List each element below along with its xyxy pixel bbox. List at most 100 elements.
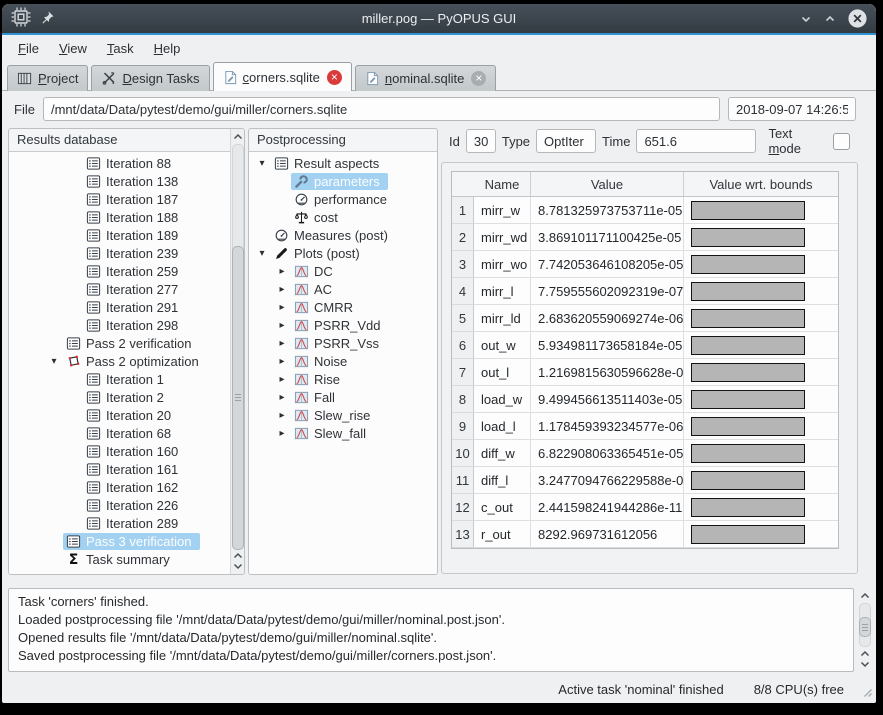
time-field[interactable] xyxy=(636,129,756,153)
tree-item[interactable]: Iteration 161 xyxy=(9,460,230,478)
param-value-cell[interactable]: 7.742053646108205e-05 xyxy=(531,251,684,278)
param-value-cell[interactable]: 1.178459393234577e-06 xyxy=(531,413,684,440)
tree-item[interactable]: Result aspects xyxy=(249,154,437,172)
expander-icon[interactable] xyxy=(273,266,291,277)
tab-close-button[interactable] xyxy=(471,71,486,86)
param-value-cell[interactable]: 2.683620559069274e-06 xyxy=(531,305,684,332)
param-name-cell[interactable]: mirr_w xyxy=(474,197,531,224)
scroll-down-icon[interactable] xyxy=(233,561,243,571)
table-row[interactable]: 2 mirr_wd 3.869101171100425e-05 xyxy=(452,224,838,251)
tree-item[interactable]: Iteration 160 xyxy=(9,442,230,460)
text-mode-checkbox[interactable] xyxy=(833,133,850,150)
param-name-cell[interactable]: diff_l xyxy=(474,467,531,494)
scroll-up-icon[interactable] xyxy=(233,551,243,561)
tree-item[interactable]: Rise xyxy=(249,370,437,388)
param-value-cell[interactable]: 3.2477094766229588e-06 xyxy=(531,467,684,494)
expander-icon[interactable] xyxy=(273,284,291,295)
column-header-bounds[interactable]: Value wrt. bounds xyxy=(684,172,838,196)
log-scrollbar[interactable] xyxy=(858,590,872,670)
menu-item[interactable]: File xyxy=(8,37,49,60)
tree-item[interactable]: Pass 2 optimization xyxy=(9,352,230,370)
tree-item[interactable]: Noise xyxy=(249,352,437,370)
param-value-cell[interactable]: 6.822908063365451e-05 xyxy=(531,440,684,467)
tree-item[interactable]: Fall xyxy=(249,388,437,406)
expander-icon[interactable] xyxy=(273,302,291,313)
param-name-cell[interactable]: load_l xyxy=(474,413,531,440)
scroll-thumb[interactable] xyxy=(232,246,244,550)
file-timestamp-field[interactable] xyxy=(728,97,856,121)
expander-icon[interactable] xyxy=(273,356,291,367)
results-scrollbar[interactable] xyxy=(230,129,244,574)
scroll-down-icon[interactable] xyxy=(860,659,870,669)
table-row[interactable]: 7 out_l 1.2169815630596628e-06 xyxy=(452,359,838,386)
param-value-cell[interactable]: 5.934981173658184e-05 xyxy=(531,332,684,359)
tree-item[interactable]: Slew_rise xyxy=(249,406,437,424)
tree-item[interactable]: DC xyxy=(249,262,437,280)
tree-item[interactable]: Iteration 68 xyxy=(9,424,230,442)
close-button[interactable] xyxy=(847,8,868,29)
scroll-up-icon[interactable] xyxy=(860,649,870,659)
tree-item[interactable]: Iteration 88 xyxy=(9,154,230,172)
pin-icon[interactable] xyxy=(40,10,55,28)
tree-item[interactable]: parameters xyxy=(249,172,437,190)
scroll-track[interactable] xyxy=(859,603,871,647)
param-name-cell[interactable]: out_w xyxy=(474,332,531,359)
tree-item[interactable]: cost xyxy=(249,208,437,226)
tree-item[interactable]: performance xyxy=(249,190,437,208)
table-row[interactable]: 13 r_out 8292.969731612056 xyxy=(452,521,838,548)
tree-item[interactable]: AC xyxy=(249,280,437,298)
table-row[interactable]: 8 load_w 9.499456613511403e-05 xyxy=(452,386,838,413)
tree-item[interactable]: Iteration 298 xyxy=(9,316,230,334)
minimize-button[interactable] xyxy=(799,12,813,26)
column-header-value[interactable]: Value xyxy=(531,172,684,196)
param-value-cell[interactable]: 7.759555602092319e-07 xyxy=(531,278,684,305)
table-row[interactable]: 6 out_w 5.934981173658184e-05 xyxy=(452,332,838,359)
param-name-cell[interactable]: out_l xyxy=(474,359,531,386)
tree-item[interactable]: PSRR_Vdd xyxy=(249,316,437,334)
tree-item[interactable]: Iteration 189 xyxy=(9,226,230,244)
table-row[interactable]: 1 mirr_w 8.781325973753711e-05 xyxy=(452,197,838,224)
expander-icon[interactable] xyxy=(273,338,291,349)
tab-close-button[interactable] xyxy=(327,70,342,85)
table-row[interactable]: 11 diff_l 3.2477094766229588e-06 xyxy=(452,467,838,494)
column-header-name[interactable]: Name xyxy=(474,172,531,196)
tab[interactable]: corners.sqlite xyxy=(213,62,352,91)
expander-icon[interactable] xyxy=(273,392,291,403)
tree-item[interactable]: Iteration 1 xyxy=(9,370,230,388)
tree-item[interactable]: Iteration 291 xyxy=(9,298,230,316)
table-row[interactable]: 5 mirr_ld 2.683620559069274e-06 xyxy=(452,305,838,332)
scroll-thumb[interactable] xyxy=(859,617,871,637)
tree-item[interactable]: CMRR xyxy=(249,298,437,316)
titlebar[interactable]: miller.pog — PyOPUS GUI xyxy=(2,4,876,35)
expander-icon[interactable] xyxy=(273,374,291,385)
table-row[interactable]: 10 diff_w 6.822908063365451e-05 xyxy=(452,440,838,467)
expander-icon[interactable] xyxy=(253,158,271,169)
param-value-cell[interactable]: 8.781325973753711e-05 xyxy=(531,197,684,224)
tree-item[interactable]: Iteration 277 xyxy=(9,280,230,298)
tree-item[interactable]: Iteration 239 xyxy=(9,244,230,262)
type-field[interactable] xyxy=(536,129,596,153)
table-row[interactable]: 4 mirr_l 7.759555602092319e-07 xyxy=(452,278,838,305)
tree-item[interactable]: Iteration 2 xyxy=(9,388,230,406)
file-path-input[interactable] xyxy=(43,97,720,121)
expander-icon[interactable] xyxy=(273,428,291,439)
table-row[interactable]: 12 c_out 2.441598241944286e-11 xyxy=(452,494,838,521)
tree-item[interactable]: Σ Task summary xyxy=(9,550,230,568)
tree-item[interactable]: Iteration 259 xyxy=(9,262,230,280)
tree-item[interactable]: Iteration 289 xyxy=(9,514,230,532)
param-name-cell[interactable]: diff_w xyxy=(474,440,531,467)
tree-item[interactable]: Slew_fall xyxy=(249,424,437,442)
resize-grip-icon[interactable] xyxy=(860,685,873,701)
tree-item[interactable]: Measures (post) xyxy=(249,226,437,244)
maximize-button[interactable] xyxy=(823,12,837,26)
param-name-cell[interactable]: load_w xyxy=(474,386,531,413)
tab[interactable]: Design Tasks xyxy=(91,65,209,91)
tab[interactable]: Project xyxy=(7,65,88,91)
expander-icon[interactable] xyxy=(273,320,291,331)
scroll-track[interactable] xyxy=(232,144,244,549)
table-row[interactable]: 9 load_l 1.178459393234577e-06 xyxy=(452,413,838,440)
tree-item[interactable]: Pass 2 verification xyxy=(9,334,230,352)
menu-item[interactable]: Task xyxy=(97,37,144,60)
expander-icon[interactable] xyxy=(273,410,291,421)
param-value-cell[interactable]: 8292.969731612056 xyxy=(531,521,684,548)
